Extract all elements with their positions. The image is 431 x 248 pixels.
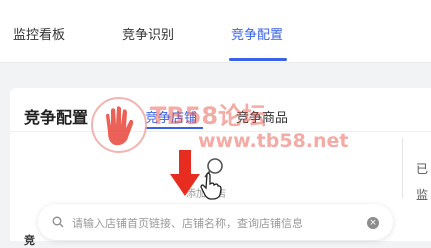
panel-divider (402, 138, 403, 198)
side-label-2: 监 (416, 188, 429, 202)
watermark-title: TB58论坛 (150, 102, 267, 130)
close-icon[interactable]: × (367, 217, 379, 229)
hand-cursor-icon (200, 172, 222, 200)
card-title: 竞争配置 (24, 108, 89, 127)
shop-search-bar: × (38, 204, 393, 240)
watermark-url: www.tb58.net (198, 130, 349, 152)
tab-competition-config[interactable]: 竞争配置 (231, 24, 283, 43)
active-tab-indicator (229, 58, 287, 61)
shop-search-input[interactable] (70, 212, 364, 234)
tab-competition-identify[interactable]: 竞争识别 (122, 24, 174, 43)
down-arrow-icon (170, 150, 200, 196)
bottom-left-label: 竞 (24, 234, 35, 247)
search-icon (52, 216, 64, 228)
hand-logo-icon (91, 97, 147, 153)
top-nav-bar: 监控看板 竞争识别 竞争配置 (0, 0, 431, 63)
side-label-1: 已 (416, 162, 429, 176)
tab-monitor-dashboard[interactable]: 监控看板 (13, 24, 65, 43)
